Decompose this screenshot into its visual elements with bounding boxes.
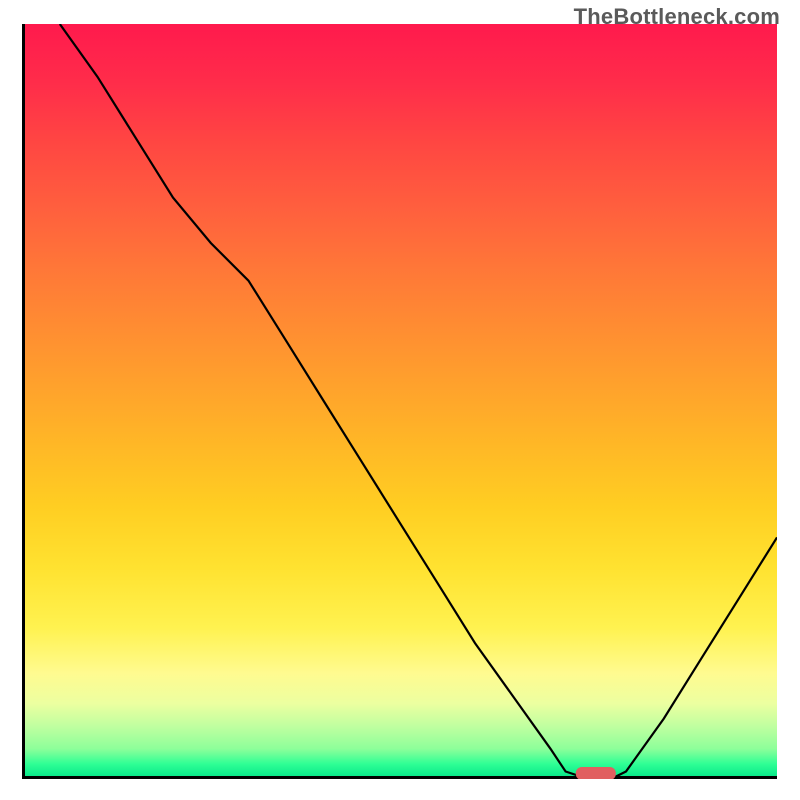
watermark-text: TheBottleneck.com [574, 4, 780, 30]
curve-svg [22, 24, 777, 779]
optimum-marker [576, 767, 616, 779]
chart-container: TheBottleneck.com [0, 0, 800, 800]
bottleneck-curve [60, 24, 777, 779]
plot-area [22, 24, 777, 779]
